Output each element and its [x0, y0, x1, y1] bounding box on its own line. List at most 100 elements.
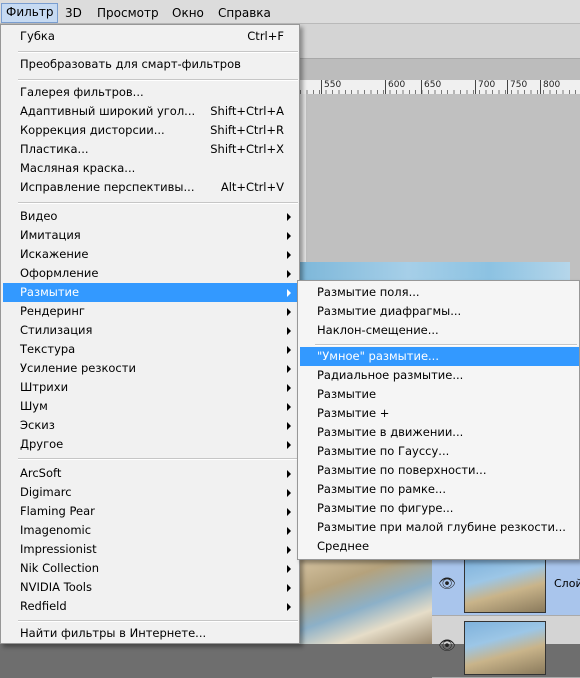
menu-item-shape-blur[interactable]: Размытие по фигуре...: [300, 499, 579, 518]
menu-separator: [18, 79, 298, 81]
menu-item-render-design[interactable]: Оформление: [3, 264, 297, 283]
submenu-arrow-icon: [287, 546, 291, 554]
menu-3d[interactable]: 3D: [61, 4, 86, 22]
submenu-arrow-icon: [287, 270, 291, 278]
submenu-arrow-icon: [287, 527, 291, 535]
menu-item-flaming-pear[interactable]: Flaming Pear: [3, 502, 297, 521]
menu-item-surface-blur[interactable]: Размытие по поверхности...: [300, 461, 579, 480]
menu-item-filter-gallery[interactable]: Галерея фильтров...: [3, 83, 297, 102]
menu-item-nvidia-tools[interactable]: NVIDIA Tools: [3, 578, 297, 597]
submenu-arrow-icon: [287, 403, 291, 411]
ruler-major-tick: [385, 80, 386, 94]
menu-item-lens-correction[interactable]: Коррекция дисторсии... Shift+Ctrl+R: [3, 121, 297, 140]
menu-item-other[interactable]: Другое: [3, 435, 297, 454]
submenu-arrow-icon: [287, 470, 291, 478]
menu-item-oil-paint[interactable]: Масляная краска...: [3, 159, 297, 178]
layer-name: Слой: [554, 577, 580, 590]
ruler-major-tick: [321, 80, 322, 94]
menu-item-convert-smart-filters[interactable]: Преобразовать для смарт-фильтров: [3, 55, 297, 74]
ruler-label: 650: [424, 80, 442, 90]
menu-item-browse-filters-online[interactable]: Найти фильтры в Интернете...: [3, 624, 297, 643]
ruler-label: 800: [543, 80, 561, 90]
submenu-arrow-icon: [287, 232, 291, 240]
menu-item-sponge[interactable]: Губка Ctrl+F: [3, 27, 297, 46]
submenu-arrow-icon: [287, 422, 291, 430]
menu-separator: [18, 620, 298, 622]
menu-item-render[interactable]: Рендеринг: [3, 302, 297, 321]
menu-separator: [18, 458, 298, 460]
menu-item-arcsoft[interactable]: ArcSoft: [3, 464, 297, 483]
menu-item-radial-blur[interactable]: Радиальное размытие...: [300, 366, 579, 385]
ruler-label: 550: [324, 80, 342, 90]
submenu-arrow-icon: [287, 565, 291, 573]
submenu-arrow-icon: [287, 251, 291, 259]
document-canvas[interactable]: [306, 94, 580, 284]
menu-item-noise[interactable]: Шум: [3, 397, 297, 416]
submenu-arrow-icon: [287, 384, 291, 392]
menu-filter[interactable]: Фильтр: [1, 3, 59, 23]
menu-item-liquify[interactable]: Пластика... Shift+Ctrl+X: [3, 140, 297, 159]
menu-item-motion-blur[interactable]: Размытие в движении...: [300, 423, 579, 442]
ruler-major-tick: [475, 80, 476, 94]
ruler-major-tick: [507, 80, 508, 94]
submenu-arrow-icon: [287, 213, 291, 221]
menu-item-blur[interactable]: Размытие: [3, 283, 297, 302]
menu-item-iris-blur[interactable]: Размытие диафрагмы...: [300, 302, 579, 321]
menu-item-adaptive-wide-angle[interactable]: Адаптивный широкий угол... Shift+Ctrl+A: [3, 102, 297, 121]
submenu-arrow-icon: [287, 489, 291, 497]
menu-item-blur[interactable]: Размытие: [300, 385, 579, 404]
image-preview-strip: [300, 262, 570, 282]
menu-item-smart-blur[interactable]: "Умное" размытие...: [300, 347, 579, 366]
menu-item-artistic[interactable]: Имитация: [3, 226, 297, 245]
menu-item-tilt-shift[interactable]: Наклон-смещение...: [300, 321, 579, 340]
ruler-major-tick: [540, 80, 541, 94]
menu-item-video[interactable]: Видео: [3, 207, 297, 226]
ruler-major-tick: [421, 80, 422, 94]
menu-help[interactable]: Справка: [214, 4, 275, 22]
ruler-label: 700: [478, 80, 496, 90]
menu-item-average[interactable]: Среднее: [300, 537, 579, 556]
submenu-arrow-icon: [287, 308, 291, 316]
menu-item-gaussian-blur[interactable]: Размытие по Гауссу...: [300, 442, 579, 461]
submenu-arrow-icon: [287, 603, 291, 611]
layer-thumbnail: [464, 621, 546, 675]
menu-window[interactable]: Окно: [168, 4, 208, 22]
eye-icon[interactable]: 👁: [438, 637, 456, 655]
menu-item-field-blur[interactable]: Размытие поля...: [300, 283, 579, 302]
menu-item-box-blur[interactable]: Размытие по рамке...: [300, 480, 579, 499]
menu-item-sketch[interactable]: Эскиз: [3, 416, 297, 435]
submenu-arrow-icon: [287, 346, 291, 354]
menu-separator: [18, 51, 298, 53]
horizontal-ruler: 550 600 650 700 750 800: [300, 80, 580, 95]
menu-item-texture[interactable]: Текстура: [3, 340, 297, 359]
submenu-arrow-icon: [287, 584, 291, 592]
canvas-image-area[interactable]: [300, 555, 432, 644]
layer-row[interactable]: 👁 Слой: [432, 555, 580, 616]
submenu-arrow-icon: [287, 327, 291, 335]
filter-menu: Губка Ctrl+F Преобразовать для смарт-филь…: [0, 24, 300, 644]
menu-item-sharpen[interactable]: Усиление резкости: [3, 359, 297, 378]
layers-panel: 👁 Слой 👁: [432, 555, 580, 678]
layer-thumbnail: [464, 559, 546, 613]
menu-separator: [18, 202, 298, 204]
menu-item-nik-collection[interactable]: Nik Collection: [3, 559, 297, 578]
submenu-arrow-icon: [287, 289, 291, 297]
menu-view[interactable]: Просмотр: [93, 4, 163, 22]
menu-item-blur-more[interactable]: Размытие +: [300, 404, 579, 423]
menu-item-distort[interactable]: Искажение: [3, 245, 297, 264]
menu-item-brush-strokes[interactable]: Штрихи: [3, 378, 297, 397]
menu-item-lens-blur[interactable]: Размытие при малой глубине резкости...: [300, 518, 579, 537]
menu-separator: [315, 344, 577, 346]
menu-item-stylize[interactable]: Стилизация: [3, 321, 297, 340]
menu-item-redfield[interactable]: Redfield: [3, 597, 297, 616]
menu-item-imagenomic[interactable]: Imagenomic: [3, 521, 297, 540]
menu-item-impressionist[interactable]: Impressionist: [3, 540, 297, 559]
submenu-arrow-icon: [287, 365, 291, 373]
ruler-label: 600: [388, 80, 406, 90]
menu-item-vanishing-point[interactable]: Исправление перспективы... Alt+Ctrl+V: [3, 178, 297, 197]
layer-row[interactable]: 👁: [432, 617, 580, 678]
submenu-arrow-icon: [287, 441, 291, 449]
menu-item-digimarc[interactable]: Digimarc: [3, 483, 297, 502]
eye-icon[interactable]: 👁: [438, 575, 456, 593]
menu-bar: Фильтр 3D Просмотр Окно Справка: [0, 0, 580, 24]
